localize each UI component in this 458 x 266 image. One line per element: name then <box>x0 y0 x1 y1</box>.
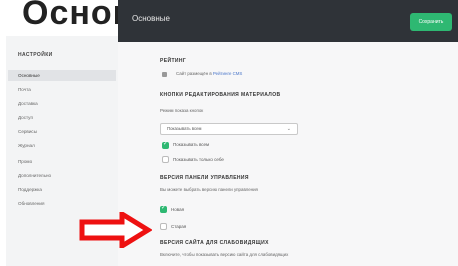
section-heading-edit-buttons: КНОПКИ РЕДАКТИРОВАНИЯ МАТЕРИАЛОВ <box>160 92 281 98</box>
sidebar-item-main[interactable]: Основные <box>8 70 116 81</box>
sidebar-item[interactable]: Почта <box>8 84 116 95</box>
sidebar-item[interactable]: Доступ <box>8 112 116 123</box>
chevron-down-icon: ⌄ <box>286 126 291 132</box>
new-panel-label: Новая <box>171 207 185 212</box>
accessible-site-desc: Включите, чтобы показывать версию сайта … <box>160 252 289 257</box>
sidebar-item[interactable]: Дополнительно <box>8 170 116 181</box>
sidebar-item[interactable]: Журнал <box>8 140 116 151</box>
rating-text: Сайт размещён в Рейтинге CMS <box>176 71 243 76</box>
sidebar-item[interactable]: Промо <box>8 156 116 167</box>
page-title: Основные <box>132 14 170 23</box>
field-label: Режим показа кнопок <box>160 108 204 113</box>
section-heading-accessible-site: ВЕРСИЯ САЙТА ДЛЯ СЛАБОВИДЯЩИХ <box>160 240 269 246</box>
edit-buttons-select[interactable]: Показывать всем ⌄ <box>160 123 298 135</box>
select-value: Показывать всем <box>167 126 202 131</box>
section-heading-panel-version: ВЕРСИЯ ПАНЕЛИ УПРАВЛЕНИЯ <box>160 175 249 181</box>
rating-icon <box>162 72 167 77</box>
section-heading-rating: РЕЙТИНГ <box>160 58 187 64</box>
checkbox-option-1[interactable] <box>162 140 169 149</box>
top-bar: Основные Сохранить <box>118 0 458 42</box>
sidebar-item[interactable]: Сервисы <box>8 126 116 137</box>
sidebar-item[interactable]: Обновления <box>8 198 116 209</box>
checkbox-option-2[interactable] <box>162 156 169 163</box>
radio-old-panel[interactable] <box>160 223 167 230</box>
sidebar-item[interactable]: Доставка <box>8 98 116 109</box>
option-1-label: Показывать всем <box>173 142 210 147</box>
panel-version-desc: Вы можете выбрать версию панели управлен… <box>160 187 258 192</box>
settings-main <box>118 42 458 266</box>
sidebar-heading: НАСТРОЙКИ <box>18 52 53 58</box>
rating-link[interactable]: Рейтинге CMS <box>213 71 242 76</box>
red-arrow-annotation <box>79 212 152 248</box>
radio-new-panel[interactable] <box>160 204 167 213</box>
option-2-label: Показывать только себе <box>173 157 224 162</box>
save-button[interactable]: Сохранить <box>410 13 452 31</box>
sidebar-item[interactable]: Поддержка <box>8 184 116 195</box>
old-panel-label: Старая <box>171 224 187 229</box>
